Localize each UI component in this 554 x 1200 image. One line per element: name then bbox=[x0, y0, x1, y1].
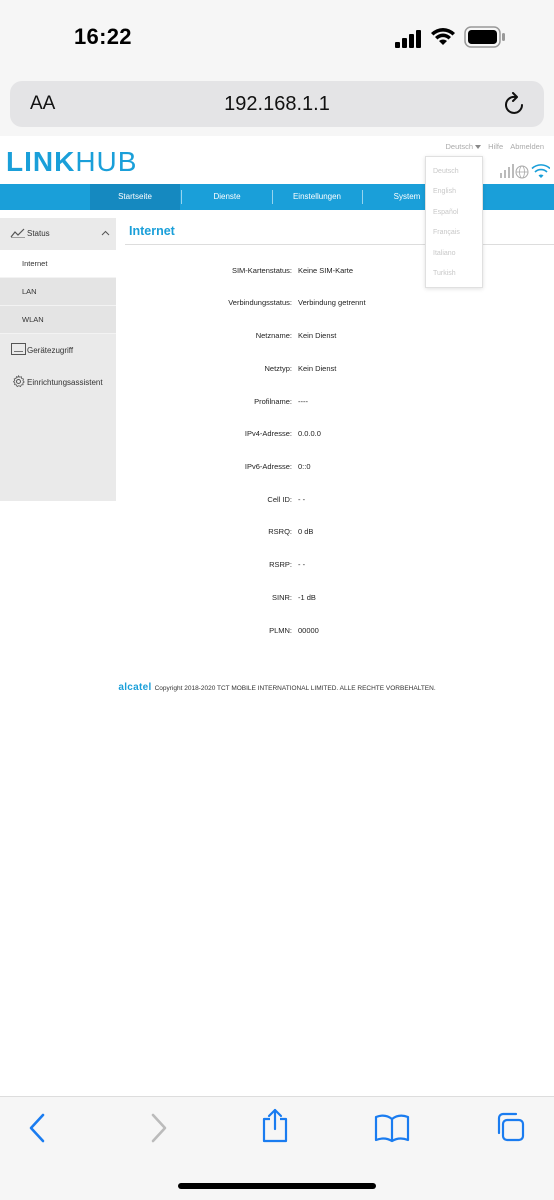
info-label: Profilname: bbox=[254, 397, 292, 406]
tabs-icon[interactable] bbox=[494, 1111, 526, 1143]
router-web-page: LINKHUB Deutsch Hilfe Abmelden Startseit… bbox=[0, 136, 554, 1096]
sidebar: Status Internet LAN WLAN Gerätezugriff E… bbox=[0, 218, 116, 501]
info-label: IPv6-Adresse: bbox=[244, 462, 292, 471]
language-option[interactable]: Deutsch bbox=[426, 162, 482, 182]
sidebar-item-setup-wizard[interactable]: Einrichtungsassistent bbox=[0, 368, 116, 398]
info-value: Kein Dienst bbox=[298, 364, 337, 373]
info-value: -1 dB bbox=[298, 593, 316, 602]
info-label: PLMN: bbox=[269, 626, 292, 635]
reload-icon[interactable] bbox=[504, 92, 526, 116]
info-value: Keine SIM-Karte bbox=[298, 266, 354, 275]
info-value: 0.0.0.0 bbox=[298, 429, 321, 438]
line-chart-icon bbox=[10, 228, 25, 238]
language-option[interactable]: Français bbox=[426, 223, 482, 243]
title-divider bbox=[125, 244, 554, 245]
sidebar-item-internet[interactable]: Internet bbox=[0, 250, 116, 278]
share-icon[interactable] bbox=[260, 1107, 290, 1143]
info-value: Verbindung getrennt bbox=[298, 298, 366, 307]
info-value: 0 dB bbox=[298, 527, 314, 536]
gear-icon bbox=[12, 375, 25, 388]
language-selector-label: Deutsch bbox=[445, 142, 474, 151]
info-label: Verbindungsstatus: bbox=[228, 298, 292, 307]
info-label: Netztyp: bbox=[264, 364, 292, 373]
info-value: ---- bbox=[298, 397, 308, 406]
address-bar[interactable]: AA 192.168.1.1 bbox=[10, 81, 544, 127]
signal-bars-icon bbox=[500, 164, 514, 178]
logout-link[interactable]: Abmelden bbox=[510, 142, 544, 151]
page-title: Internet bbox=[129, 224, 175, 238]
logo-link-text: LINK bbox=[6, 146, 76, 177]
sidebar-item-label: Einrichtungsassistent bbox=[27, 378, 103, 387]
language-option[interactable]: Italiano bbox=[426, 244, 482, 264]
chevron-down-icon bbox=[475, 145, 482, 150]
info-label: Cell ID: bbox=[267, 495, 292, 504]
chevron-up-icon bbox=[101, 230, 110, 236]
info-value: - - bbox=[298, 560, 306, 569]
logo-hub-text: HUB bbox=[75, 146, 138, 177]
info-label: Netzname: bbox=[255, 331, 292, 340]
info-value: 0::0 bbox=[298, 462, 311, 471]
browser-toolbar bbox=[0, 1096, 554, 1200]
globe-icon bbox=[515, 165, 529, 179]
language-option[interactable]: English bbox=[426, 182, 482, 202]
wifi-icon bbox=[431, 28, 455, 45]
header-links: Deutsch Hilfe Abmelden bbox=[436, 142, 545, 151]
clock: 16:22 bbox=[74, 24, 132, 49]
ios-status-bar: 16:22 bbox=[0, 0, 554, 76]
forward-icon[interactable] bbox=[146, 1111, 170, 1145]
nav-startseite[interactable]: Startseite bbox=[90, 184, 180, 210]
linkhub-logo: LINKHUB bbox=[6, 146, 137, 178]
help-link[interactable]: Hilfe bbox=[488, 142, 503, 151]
sidebar-item-label: Status bbox=[27, 229, 50, 238]
wifi-status-icon bbox=[531, 164, 550, 178]
info-label: SIM-Kartenstatus: bbox=[231, 266, 292, 275]
home-indicator[interactable] bbox=[178, 1183, 376, 1189]
info-value: 00000 bbox=[298, 626, 319, 635]
battery-icon bbox=[464, 26, 505, 48]
nav-einstellungen[interactable]: Einstellungen bbox=[272, 184, 362, 210]
page-footer: alcatel Copyright 2018-2020 TCT MOBILE IN… bbox=[0, 682, 554, 693]
sidebar-item-wlan[interactable]: WLAN bbox=[0, 306, 116, 334]
nav-dienste[interactable]: Dienste bbox=[182, 184, 272, 210]
language-selector[interactable]: Deutsch bbox=[441, 142, 482, 151]
bookmarks-icon[interactable] bbox=[374, 1113, 410, 1143]
alcatel-logo: alcatel bbox=[118, 682, 152, 693]
sidebar-item-label: Gerätezugriff bbox=[27, 346, 74, 355]
info-label: RSRQ: bbox=[268, 527, 292, 536]
cellular-signal-icon bbox=[395, 30, 421, 48]
back-icon[interactable] bbox=[26, 1111, 50, 1145]
url-field[interactable]: 192.168.1.1 bbox=[10, 93, 544, 116]
language-option[interactable]: Español bbox=[426, 203, 482, 223]
sidebar-item-lan[interactable]: LAN bbox=[0, 278, 116, 306]
browser-address-area: AA 192.168.1.1 bbox=[0, 76, 554, 136]
language-dropdown: Deutsch English Español Français Italian… bbox=[425, 156, 483, 288]
signal-status-icons bbox=[500, 164, 550, 179]
sidebar-item-status[interactable]: Status bbox=[0, 218, 116, 248]
info-label: RSRP: bbox=[269, 560, 292, 569]
sidebar-item-device-access[interactable]: Gerätezugriff bbox=[0, 336, 116, 366]
copyright-text: Copyright 2018-2020 TCT MOBILE INTERNATI… bbox=[154, 685, 436, 692]
language-option[interactable]: Turkish bbox=[426, 264, 482, 284]
device-icon bbox=[11, 343, 26, 355]
info-value: Kein Dienst bbox=[298, 331, 337, 340]
info-label: IPv4-Adresse: bbox=[244, 429, 292, 438]
info-label: SINR: bbox=[271, 593, 292, 602]
info-value: - - bbox=[298, 495, 306, 504]
